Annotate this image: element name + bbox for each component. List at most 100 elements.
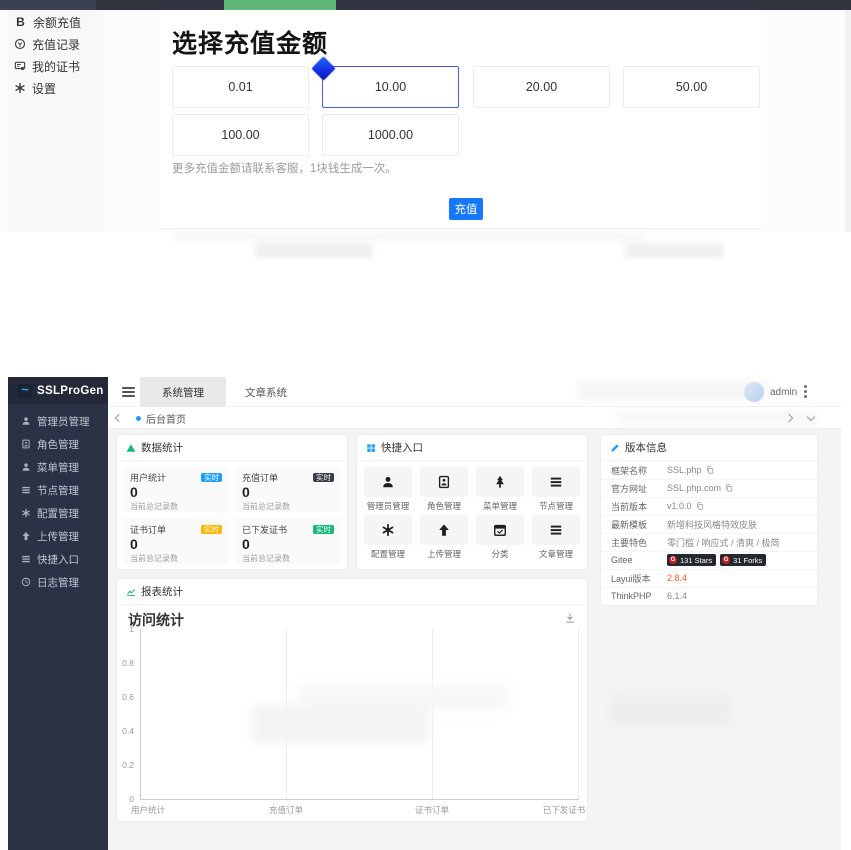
blur-watermark [625,243,723,258]
sidebar-item-admin-management[interactable]: 管理员管理 [8,410,108,432]
stat-label: 证书订单 [130,525,167,535]
sidebar-item-balance-recharge[interactable]: B 余额充值 [14,13,81,31]
copy-icon[interactable] [696,502,704,510]
amount-option-10.00-selected[interactable]: 10.00 [322,66,459,108]
sidebar-item-node-management[interactable]: 节点管理 [8,479,108,501]
shortcut-list-icon [21,554,31,564]
topbar-active-tab-indicator[interactable] [224,0,336,10]
chevron-right-icon[interactable] [784,413,794,423]
sidebar-item-menu-management[interactable]: 菜单管理 [8,456,108,478]
tab-article-system[interactable]: 文章系统 [226,377,306,407]
panel-title: 版本信息 [625,442,667,454]
sidebar-item-upload-management[interactable]: 上传管理 [8,525,108,547]
role-badge-icon [437,475,451,489]
more-menu-icon[interactable] [804,385,807,400]
version-row-framework-name: 框架名称 SSL.php [601,461,817,480]
hamburger-menu-icon[interactable] [122,387,135,397]
sidebar-item-quick-entry[interactable]: 快捷入口 [8,548,108,570]
sidebar-item-label: 角色管理 [37,438,79,451]
sidebar-item-recharge-records[interactable]: 充值记录 [14,35,80,53]
stat-value: 0 [130,536,138,552]
recharge-note-text: 更多充值金额请联系客服，1块钱生成一次。 [172,163,397,175]
copy-icon[interactable] [706,466,714,474]
stat-value: 0 [242,484,250,500]
row-label: Gitee [611,555,633,565]
gitee-forks-badge[interactable]: G 31 Forks [720,554,767,566]
panel-title: 数据统计 [141,442,183,454]
report-statistics-panel: 报表统计 [116,578,588,822]
stat-card-issued-certificates: 已下发证书 实时 0 当前总记录数 [236,518,340,564]
amount-option-50.00[interactable]: 50.00 [623,66,760,108]
stat-value: 0 [242,536,250,552]
row-value: 6.1.4 [667,591,688,601]
row-label: 主要特色 [611,537,648,548]
version-row-thinkphp: ThinkPHP 6.1.4 [601,587,817,605]
quick-entry-node-management[interactable] [532,467,580,497]
quick-entry-label: 节点管理 [538,501,573,511]
quick-entry-admin-management[interactable] [364,467,412,497]
copy-icon[interactable] [725,484,733,492]
settings-gear-icon [14,82,26,94]
quick-entry-menu-management[interactable] [476,467,524,497]
badge-label: 31 Forks [733,555,763,565]
gitee-stars-badge[interactable]: G 131 Stars [667,554,717,566]
sidebar-item-label: 节点管理 [37,484,79,497]
stat-subtext: 当前总记录数 [130,553,178,563]
sidebar-item-role-management[interactable]: 角色管理 [8,433,108,455]
node-list-icon [549,475,563,489]
sidebar-item-log-management[interactable]: 日志管理 [8,571,108,593]
admin-user-icon [21,416,31,426]
badge-label: 131 Stars [680,555,713,565]
config-asterisk-icon [381,523,395,537]
gridline [432,629,433,799]
amount-option-100.00[interactable]: 100.00 [172,114,309,156]
quick-entry-category[interactable] [476,515,524,545]
quick-entry-article-management[interactable] [532,515,580,545]
role-badge-icon [21,439,31,449]
panel-title: 快捷入口 [381,442,423,454]
version-row-gitee: Gitee G 131 Stars G 31 Forks [601,551,817,570]
row-label: 官方网址 [611,483,648,494]
sidebar-item-label: 快捷入口 [37,553,79,566]
breadcrumb-bar: 后台首页 [108,407,841,429]
sidebar-item-label: 设置 [32,81,57,96]
brand-logo[interactable]: ~ SSLProGen [8,377,108,404]
x-axis-line [140,799,579,800]
quick-entry-upload-management[interactable] [420,515,468,545]
chevron-left-icon[interactable] [114,413,124,423]
blur-watermark [255,243,373,258]
recharge-record-icon [14,38,26,50]
scrollbar-track[interactable] [845,10,851,232]
sidebar-item-my-certificates[interactable]: 我的证书 [14,57,80,75]
row-value: 零门槛 / 响应式 / 清爽 / 极简 [667,537,780,548]
quick-entry-config-management[interactable] [364,515,412,545]
row-value: SSL.php [667,465,702,475]
row-value: v1.0.0 [667,501,692,511]
amount-option-1000.00[interactable]: 1000.00 [322,114,459,156]
chevron-down-icon[interactable] [806,412,816,422]
row-value: 2.8.4 [667,573,688,583]
sidebar-item-settings[interactable]: 设置 [14,79,56,97]
admin-top-navbar: 系统管理 文章系统 admin [108,377,841,407]
gitee-icon: G [722,556,731,564]
user-avatar[interactable] [744,382,764,402]
report-chart-icon [126,587,136,597]
chart-download-icon[interactable] [564,612,576,624]
quick-entry-role-management[interactable] [420,467,468,497]
breadcrumb-tab-home[interactable]: 后台首页 [126,407,196,429]
page-title: 选择充值金额 [172,30,329,58]
quick-entry-label: 角色管理 [426,501,461,511]
tab-system-management[interactable]: 系统管理 [140,377,226,407]
gitee-icon: G [669,556,677,564]
stat-subtext: 当前总记录数 [130,501,178,511]
amount-option-20.00[interactable]: 20.00 [473,66,610,108]
admin-user-icon [381,475,395,489]
page-root: B 余额充值 充值记录 我的证书 设置 选择充值金额 0.01 10.00 20… [0,0,851,850]
sidebar-item-config-management[interactable]: 配置管理 [8,502,108,524]
recharge-button[interactable]: 充值 [449,198,483,220]
stat-subtext: 当前总记录数 [242,501,290,511]
username-label[interactable]: admin [770,387,797,398]
x-category-label: 已下发证书 [542,805,586,815]
stat-label: 充值订单 [242,473,279,483]
amount-option-0.01[interactable]: 0.01 [172,66,309,108]
